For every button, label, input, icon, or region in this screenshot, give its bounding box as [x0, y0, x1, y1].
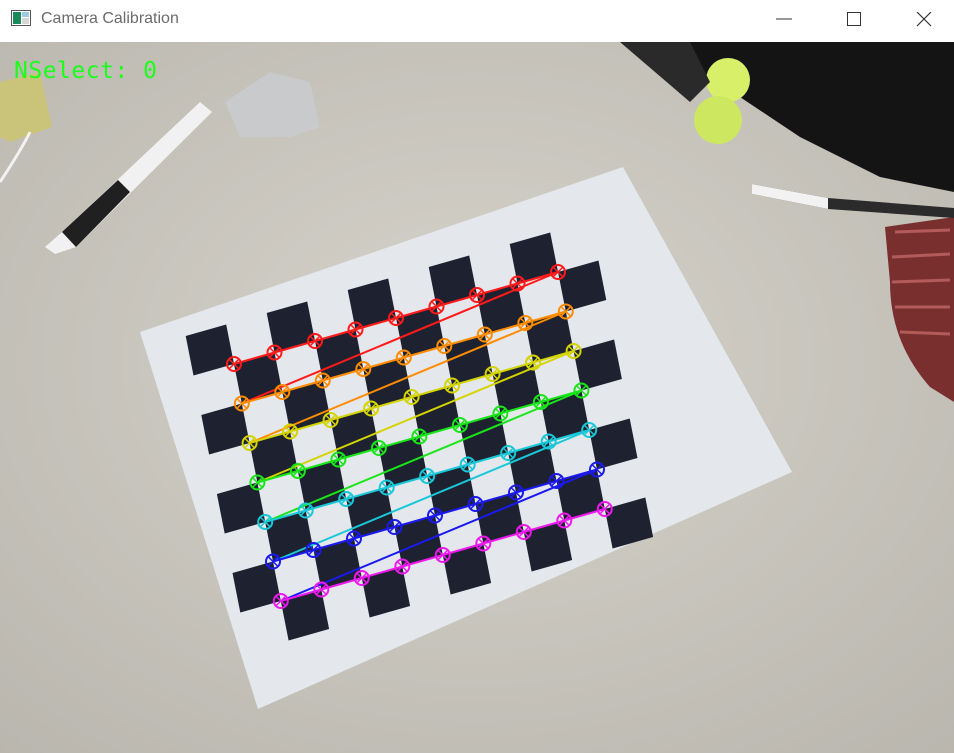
camera-view[interactable]: NSelect: 0: [0, 42, 954, 753]
close-button[interactable]: [901, 0, 947, 42]
camera-calibration-window: Camera Calibration NSelect: 0: [0, 0, 954, 753]
title-bar[interactable]: Camera Calibration: [0, 0, 954, 43]
maximize-button[interactable]: [831, 0, 877, 42]
green-bottle: [706, 58, 750, 102]
opencv-window-icon: [11, 10, 31, 26]
window-title: Camera Calibration: [41, 10, 179, 27]
maximize-icon: [847, 12, 861, 26]
close-icon: [916, 12, 932, 27]
nselect-counter: NSelect: 0: [14, 58, 158, 84]
minimize-icon: [776, 18, 792, 20]
minimize-button[interactable]: [761, 0, 807, 42]
camera-frame: [0, 42, 954, 753]
